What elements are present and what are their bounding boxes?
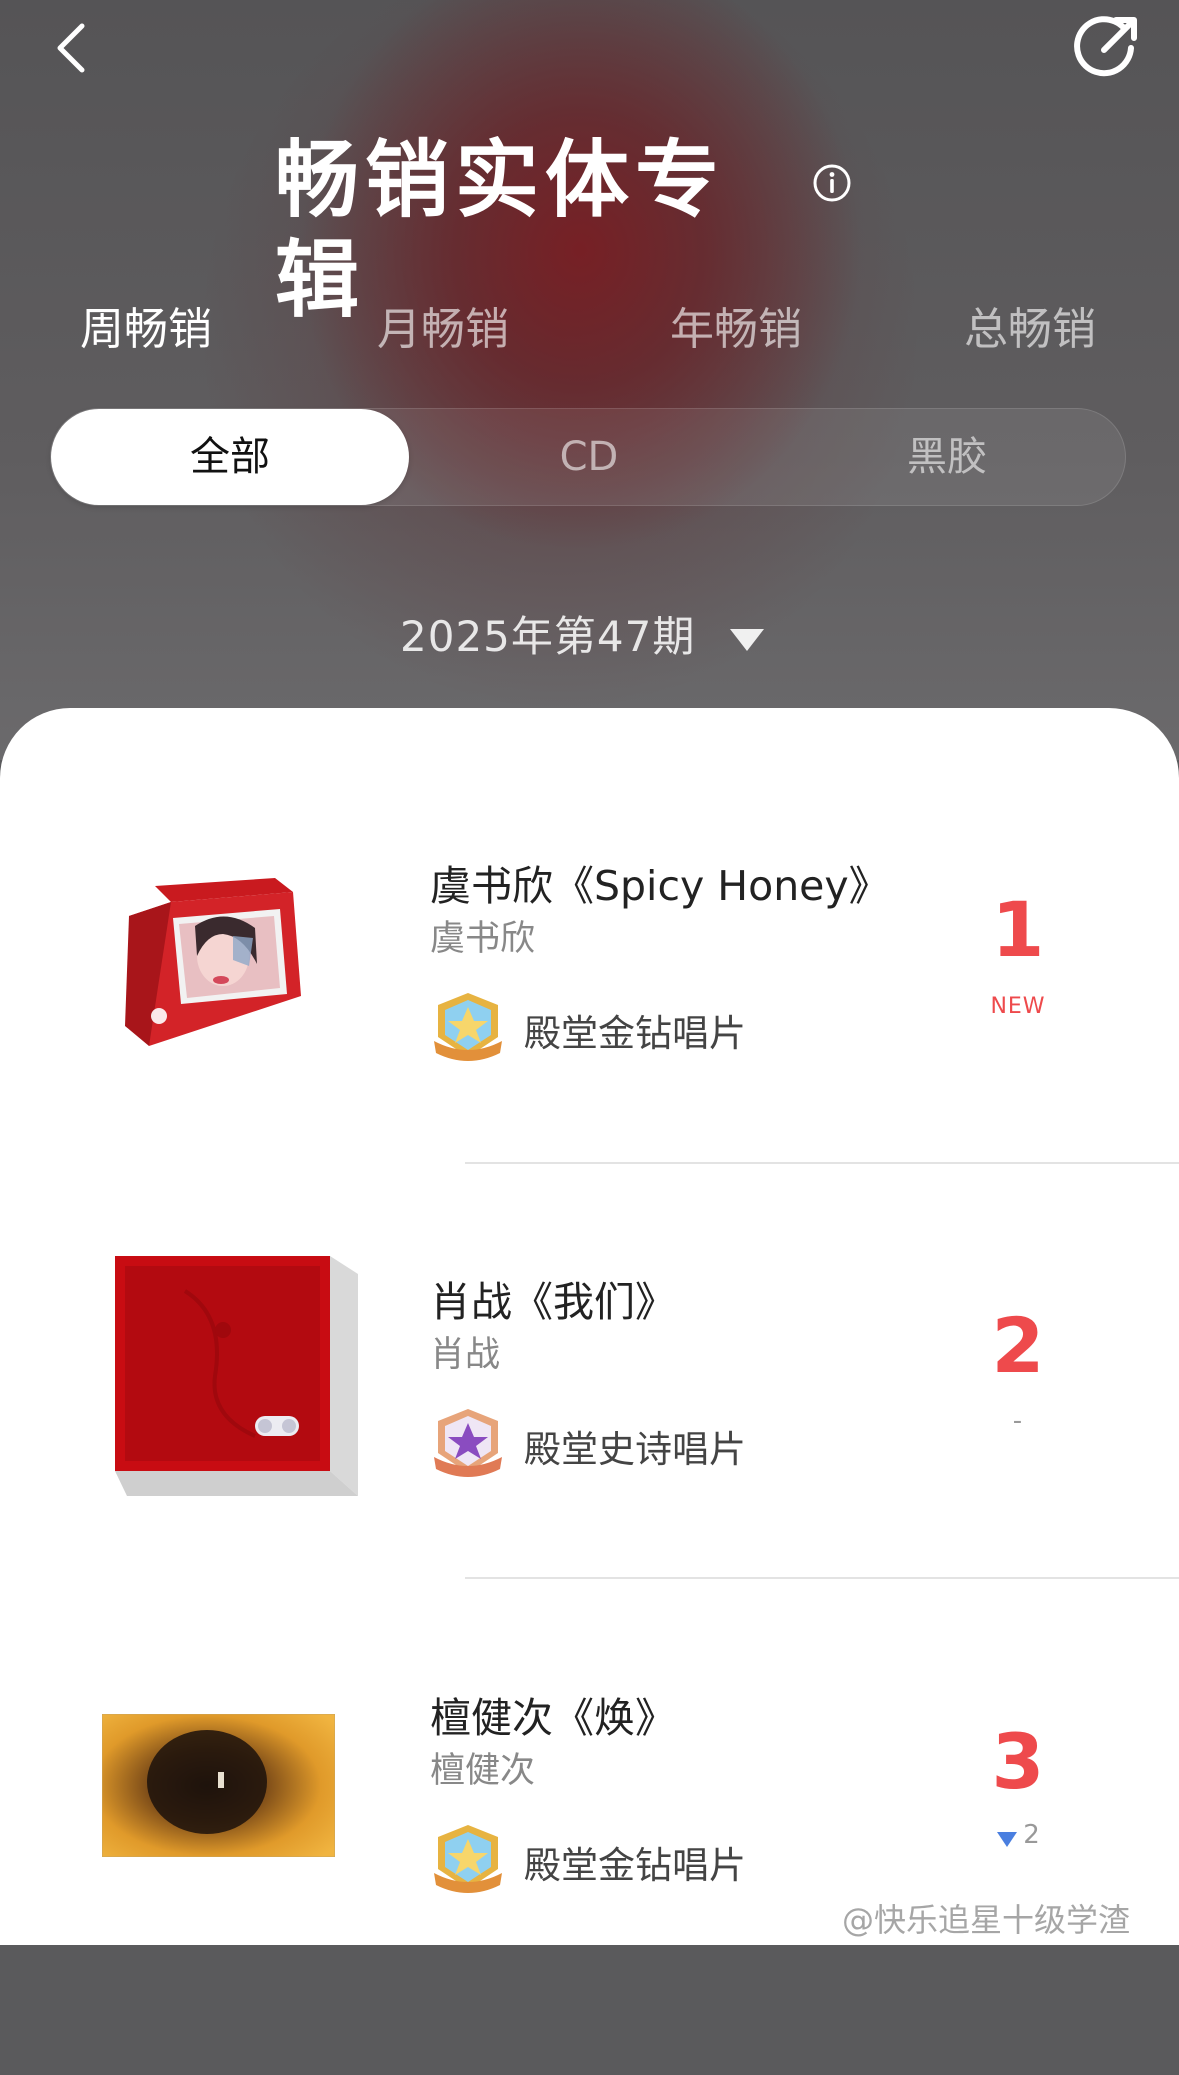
- share-button[interactable]: [1074, 10, 1144, 80]
- rank-number: 3: [991, 1717, 1045, 1806]
- badge-label: 殿堂金钻唱片: [524, 1844, 746, 1887]
- list-item[interactable]: 肖战《我们》 肖战 殿堂史诗唱片 2 -: [0, 1244, 1179, 1659]
- share-icon: [1074, 16, 1137, 77]
- rank-change: NEW: [990, 994, 1046, 1019]
- album-cover: [125, 878, 301, 1046]
- rank-number: 2: [991, 1301, 1045, 1390]
- album-cover: [115, 1256, 358, 1496]
- gold-diamond-badge-icon: [434, 993, 502, 1061]
- period-tabs: 周畅销 月畅销 年畅销 总畅销: [0, 295, 1179, 365]
- album-artist: 檀健次: [430, 1751, 536, 1791]
- list-item[interactable]: 虞书欣《Spicy Honey》 虞书欣 殿堂金钻唱片 1 NEW: [0, 828, 1179, 1243]
- gold-diamond-badge-icon: [434, 1825, 502, 1893]
- format-filter: 全部 CD 黑胶: [50, 408, 1126, 506]
- album-title: 檀健次《焕》: [430, 1694, 676, 1742]
- rank-change: 2: [1023, 1820, 1041, 1850]
- tab-weekly[interactable]: 周畅销: [46, 295, 246, 365]
- tab-yearly[interactable]: 年畅销: [636, 295, 836, 365]
- album-title: 肖战《我们》: [430, 1278, 676, 1326]
- tab-total[interactable]: 总畅销: [930, 295, 1130, 365]
- album-title: 虞书欣《Spicy Honey》: [430, 862, 890, 910]
- page-title: 畅销实体专辑: [275, 131, 726, 329]
- chevron-left-icon: [57, 23, 85, 73]
- triangle-down-icon: [730, 629, 764, 651]
- list-item[interactable]: 檀健次《焕》 檀健次 殿堂金钻唱片 3 2: [0, 1660, 1179, 2075]
- filter-vinyl[interactable]: 黑胶: [767, 409, 1127, 505]
- info-icon[interactable]: [812, 163, 852, 203]
- album-artist: 肖战: [430, 1335, 501, 1375]
- back-button[interactable]: [46, 20, 106, 80]
- divider: [465, 1162, 1179, 1164]
- filter-all[interactable]: 全部: [51, 409, 409, 505]
- rank-change: -: [1012, 1406, 1024, 1436]
- epic-badge-icon: [434, 1409, 502, 1477]
- filter-cd[interactable]: CD: [409, 409, 769, 505]
- album-artist: 虞书欣: [430, 919, 536, 959]
- period-selector[interactable]: 2025年第47期: [400, 607, 695, 667]
- rank-number: 1: [991, 885, 1045, 974]
- album-cover: [102, 1714, 335, 1857]
- divider: [465, 1577, 1179, 1579]
- tab-monthly[interactable]: 月畅销: [343, 295, 543, 365]
- badge-label: 殿堂金钻唱片: [524, 1012, 746, 1055]
- info-circle-icon: [813, 164, 851, 202]
- badge-label: 殿堂史诗唱片: [524, 1428, 746, 1471]
- watermark: @快乐追星十级学渣: [842, 1901, 1131, 1939]
- dropdown-caret-icon[interactable]: [728, 626, 766, 654]
